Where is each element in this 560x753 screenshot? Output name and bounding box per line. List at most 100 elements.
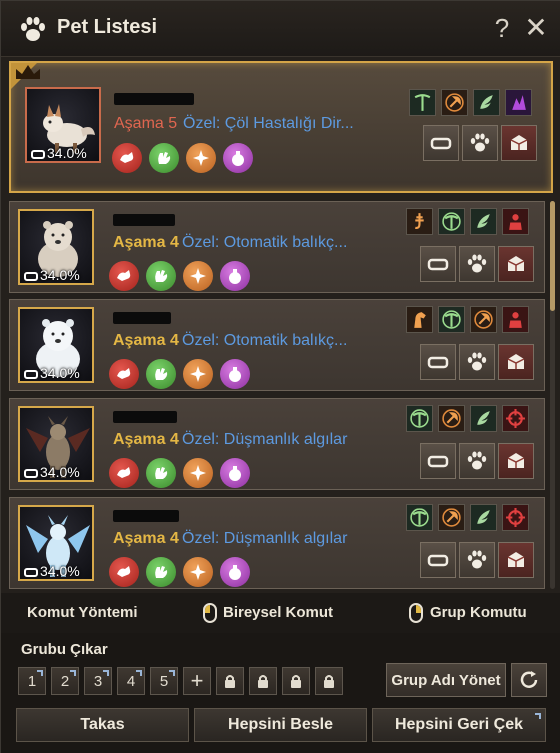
group-slot-3-button[interactable]: 3 <box>84 667 112 695</box>
potion-command-icon[interactable] <box>220 458 250 488</box>
refresh-button[interactable] <box>511 663 547 697</box>
skill-red-guard-icon <box>502 208 529 235</box>
follow-command-icon[interactable] <box>109 557 139 587</box>
close-button[interactable]: ✕ <box>521 11 551 45</box>
manage-group-name-button[interactable]: Grup Adı Yönet <box>386 663 506 697</box>
refresh-icon <box>520 671 538 688</box>
pet-name-redacted <box>113 312 171 324</box>
potion-command-icon[interactable] <box>220 261 250 291</box>
pet-card-2[interactable]: 34.0% Aşama 4 Özel: Otomatik balıkç... <box>9 201 545 293</box>
pet-list: 34.0% Aşama 5 Özel: Çöl Hastalığı Dir... <box>1 57 560 593</box>
bowl-icon <box>24 370 38 379</box>
pet-tier: Aşama 4 <box>113 431 179 448</box>
action-command-icon[interactable] <box>183 458 213 488</box>
window-title: Pet Listesi <box>57 16 158 38</box>
group-slot-5-button[interactable]: 5 <box>150 667 178 695</box>
recall-all-button[interactable]: Hepsini Geri Çek <box>372 708 546 742</box>
skill-crosshair-icon <box>502 504 529 531</box>
group-command-option[interactable]: Grup Komutu <box>430 604 527 621</box>
lock-icon <box>258 675 268 688</box>
loot-command-icon[interactable] <box>146 557 176 587</box>
pet-tier: Aşama 4 <box>113 530 179 547</box>
bowl-icon <box>24 568 38 577</box>
pet-command-button[interactable] <box>459 443 495 479</box>
pet-special-skill: Özel: Çöl Hastalığı Dir... <box>183 115 354 132</box>
group-slot-2-button[interactable]: 2 <box>51 667 79 695</box>
loot-command-icon[interactable] <box>149 143 179 173</box>
pet-portrait: 34.0% <box>25 87 101 163</box>
pet-card-3[interactable]: 34.0% Aşama 4 Özel: Otomatik balıkç... <box>9 299 545 391</box>
list-scrollbar[interactable] <box>550 201 555 589</box>
skill-pickaxe-icon <box>406 405 433 432</box>
bowl-icon <box>24 272 38 281</box>
add-group-button[interactable]: + <box>183 667 211 695</box>
skill-wing-icon <box>473 89 500 116</box>
pet-command-button[interactable] <box>459 542 495 578</box>
feed-button[interactable] <box>420 542 456 578</box>
follow-command-icon[interactable] <box>112 143 142 173</box>
feed-button[interactable] <box>420 443 456 479</box>
pet-portrait: 34.0% <box>18 307 94 383</box>
feed-button[interactable] <box>420 344 456 380</box>
mouse-right-click-icon <box>409 603 423 623</box>
follow-command-icon[interactable] <box>109 458 139 488</box>
skill-wing-icon <box>470 504 497 531</box>
loot-command-icon[interactable] <box>146 458 176 488</box>
individual-command-option[interactable]: Bireysel Komut <box>223 604 333 621</box>
pet-command-button[interactable] <box>462 125 498 161</box>
pet-card-1[interactable]: 34.0% Aşama 5 Özel: Çöl Hastalığı Dir... <box>9 61 553 193</box>
trade-button[interactable]: Takas <box>16 708 189 742</box>
skill-red-guard-icon <box>502 306 529 333</box>
pet-name-redacted <box>114 93 194 105</box>
pet-command-button[interactable] <box>459 246 495 282</box>
mouse-left-click-icon <box>203 603 217 623</box>
skill-axe-icon <box>438 504 465 531</box>
feed-all-button[interactable]: Hepsini Besle <box>194 708 367 742</box>
title-bar[interactable]: Pet Listesi ? ✕ <box>1 1 560 57</box>
lock-icon <box>291 675 301 688</box>
pet-command-button[interactable] <box>459 344 495 380</box>
seal-button[interactable] <box>498 344 534 380</box>
crown-icon <box>16 65 40 79</box>
skill-pickaxe-icon <box>409 89 436 116</box>
seal-button[interactable] <box>498 542 534 578</box>
group-slot-1-button[interactable]: 1 <box>18 667 46 695</box>
seal-button[interactable] <box>501 125 537 161</box>
group-section: Grubu Çıkar 1 2 3 4 5 + Grup Adı Yönet T… <box>1 633 560 753</box>
action-command-icon[interactable] <box>183 359 213 389</box>
pet-portrait: 34.0% <box>18 505 94 581</box>
skill-bait-icon <box>406 208 433 235</box>
seal-button[interactable] <box>498 246 534 282</box>
skill-wing-icon <box>470 405 497 432</box>
action-command-icon[interactable] <box>186 143 216 173</box>
feed-button[interactable] <box>420 246 456 282</box>
potion-command-icon[interactable] <box>220 557 250 587</box>
potion-command-icon[interactable] <box>220 359 250 389</box>
help-button[interactable]: ? <box>489 11 515 45</box>
group-title: Grubu Çıkar <box>21 641 108 658</box>
seal-button[interactable] <box>498 443 534 479</box>
locked-slot-4 <box>315 667 343 695</box>
pet-card-4[interactable]: 34.0% Aşama 4 Özel: Düşmanlık algılar <box>9 398 545 490</box>
pet-list-window: Pet Listesi ? ✕ 34.0% Aşama 5 Özel: Çöl … <box>0 0 560 753</box>
follow-command-icon[interactable] <box>109 261 139 291</box>
scroll-thumb[interactable] <box>550 201 555 311</box>
locked-slot-2 <box>249 667 277 695</box>
group-slot-4-button[interactable]: 4 <box>117 667 145 695</box>
feed-button[interactable] <box>423 125 459 161</box>
action-command-icon[interactable] <box>183 261 213 291</box>
loot-command-icon[interactable] <box>146 261 176 291</box>
lock-icon <box>225 675 235 688</box>
action-command-icon[interactable] <box>183 557 213 587</box>
skill-pickaxe-icon <box>438 306 465 333</box>
paw-icon <box>21 17 45 41</box>
hunger-readout: 34.0% <box>24 464 80 480</box>
skill-horse-icon <box>406 306 433 333</box>
pet-special-skill: Özel: Düşmanlık algılar <box>182 530 348 547</box>
potion-command-icon[interactable] <box>223 143 253 173</box>
pet-tier: Aşama 4 <box>113 332 179 349</box>
pet-name-redacted <box>113 510 179 522</box>
loot-command-icon[interactable] <box>146 359 176 389</box>
follow-command-icon[interactable] <box>109 359 139 389</box>
pet-card-5[interactable]: 34.0% Aşama 4 Özel: Düşmanlık algılar <box>9 497 545 589</box>
